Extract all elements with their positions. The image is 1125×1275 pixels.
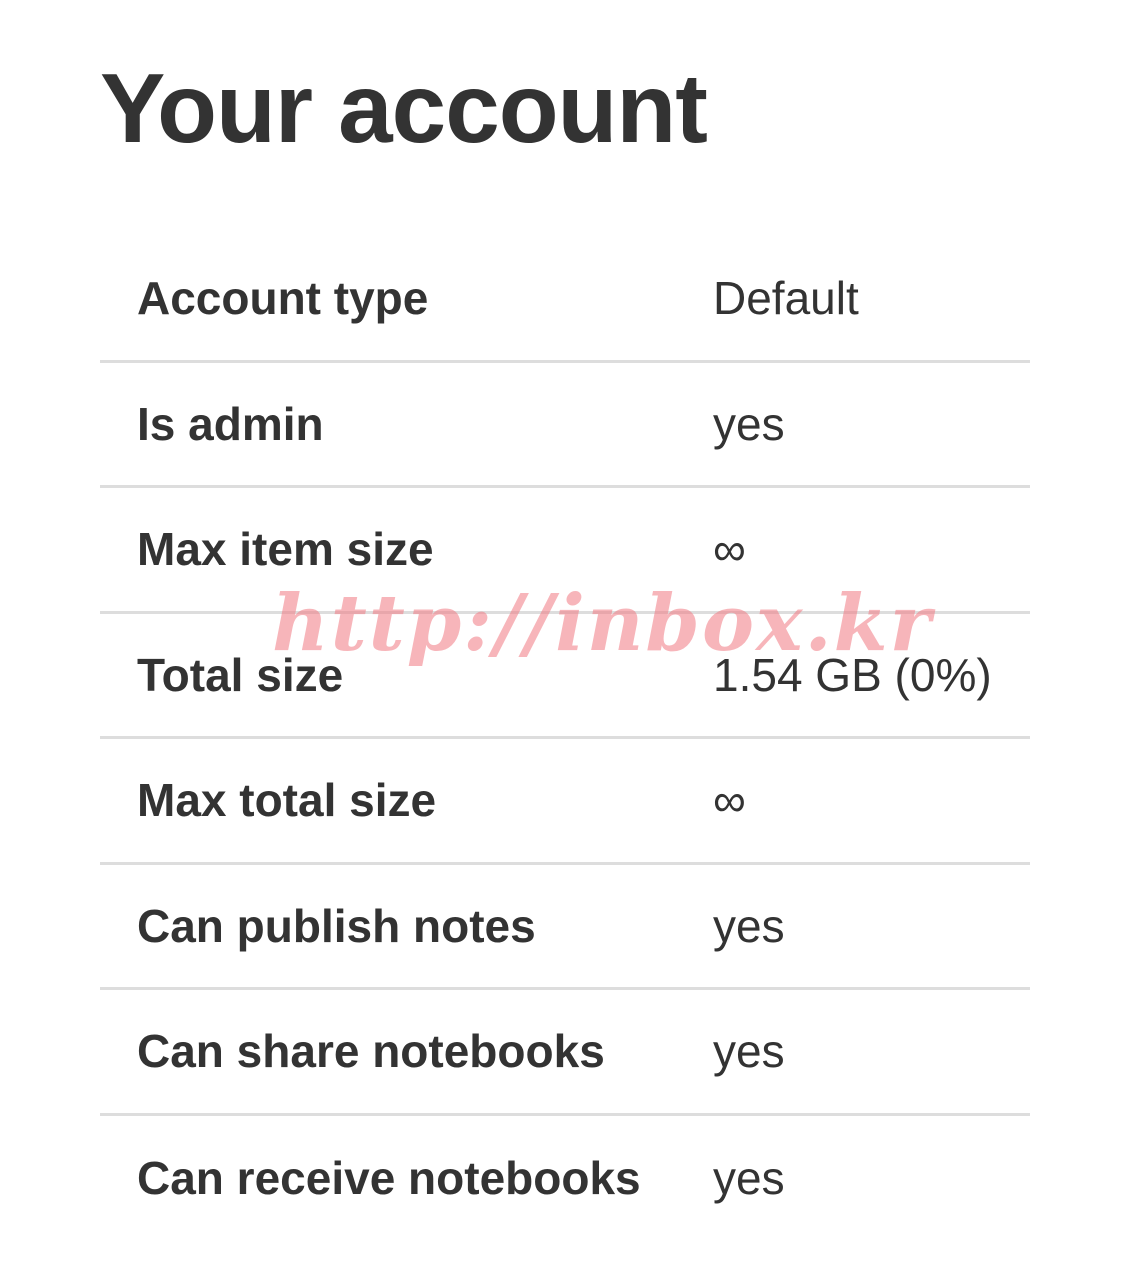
row-value: ∞ <box>713 774 746 827</box>
row-account-type: Account type Default <box>100 237 1030 363</box>
row-label: Can publish notes <box>137 899 536 952</box>
row-value: 1.54 GB (0%) <box>713 648 992 701</box>
row-max-total-size: Max total size ∞ <box>100 739 1030 865</box>
row-label: Max item size <box>137 523 434 576</box>
row-label: Total size <box>137 648 344 701</box>
row-label: Account type <box>137 272 429 325</box>
row-value: Default <box>713 272 859 325</box>
row-label: Is admin <box>137 397 324 450</box>
row-total-size: Total size 1.54 GB (0%) <box>100 614 1030 739</box>
row-can-share-notebooks: Can share notebooks yes <box>100 990 1030 1116</box>
row-can-publish-notes: Can publish notes yes <box>100 865 1030 990</box>
row-can-receive-notebooks: Can receive notebooks yes <box>100 1116 1030 1242</box>
row-value: ∞ <box>713 523 746 576</box>
row-max-item-size: Max item size ∞ <box>100 488 1030 614</box>
row-label: Max total size <box>137 774 437 827</box>
row-label: Can receive notebooks <box>137 1152 641 1205</box>
row-value: yes <box>713 1152 785 1205</box>
row-label: Can share notebooks <box>137 1025 605 1078</box>
row-value: yes <box>713 1025 785 1078</box>
row-value: yes <box>713 397 785 450</box>
page-title: Your account <box>100 53 708 163</box>
row-is-admin: Is admin yes <box>100 363 1030 488</box>
account-info-table: Account type Default Is admin yes Max it… <box>100 237 1030 1241</box>
row-value: yes <box>713 899 785 952</box>
